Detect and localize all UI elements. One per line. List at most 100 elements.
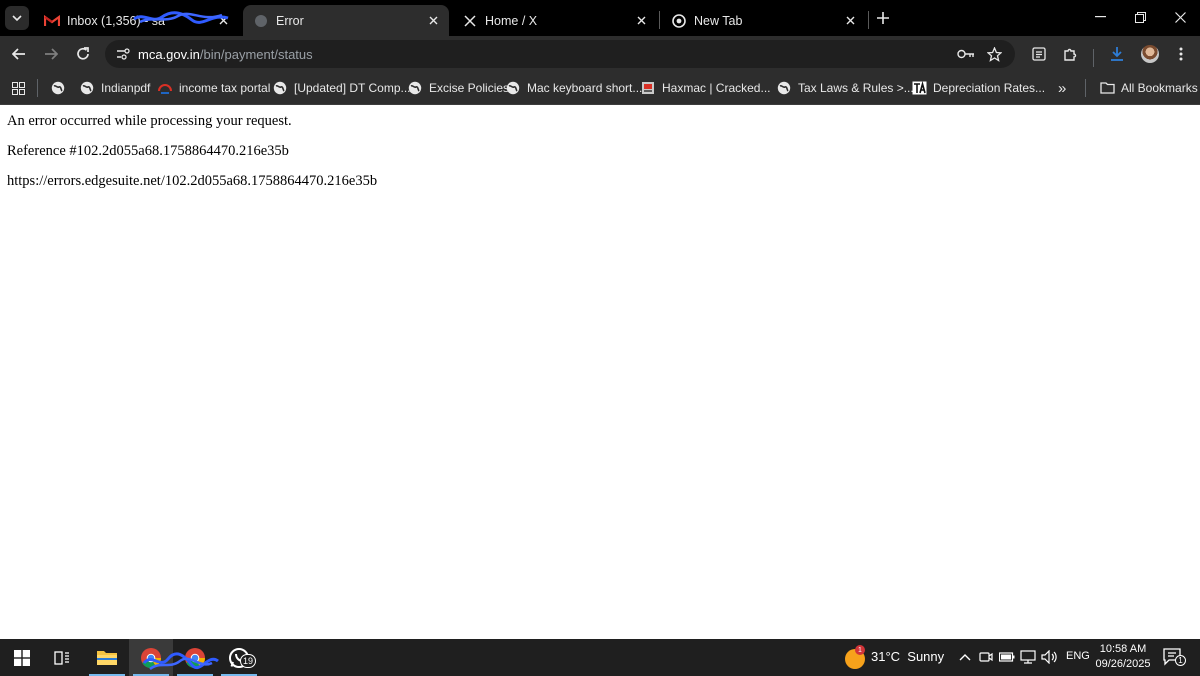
all-bookmarks-button[interactable]: All Bookmarks (1099, 79, 1198, 97)
bookmark-label: Mac keyboard short... (527, 81, 643, 95)
tab-error[interactable]: Error (243, 5, 449, 36)
battery-icon (999, 652, 1015, 662)
bookmark-label: Haxmac | Cracked... (662, 81, 771, 95)
error-reference: Reference #102.2d055a68.1758864470.216e3… (7, 143, 289, 159)
reading-list-button[interactable] (1026, 41, 1052, 67)
tray-battery[interactable] (998, 648, 1016, 666)
bookmarks-separator (1085, 79, 1086, 97)
bookmark-item-tax-laws[interactable]: Tax Laws & Rules >... (776, 79, 914, 97)
tray-network[interactable] (1019, 648, 1037, 666)
restore-icon (1134, 11, 1146, 23)
incometax-icon (157, 80, 173, 96)
tray-meet-now[interactable] (977, 648, 995, 666)
weather-alert-badge: 1 (855, 645, 865, 655)
network-icon (1020, 650, 1036, 664)
reload-icon (77, 47, 89, 60)
folder-icon (1099, 80, 1115, 96)
tray-overflow-button[interactable] (956, 648, 974, 666)
forward-button[interactable] (38, 41, 64, 67)
start-button[interactable] (0, 639, 44, 676)
bookmark-item-dt-comp[interactable]: [Updated] DT Comp... (272, 79, 411, 97)
redaction-scribble (133, 11, 229, 24)
globe-icon (253, 13, 269, 29)
haxmac-icon (640, 80, 656, 96)
url-text[interactable]: mca.gov.in/bin/payment/status (138, 47, 313, 62)
arrow-right-icon (45, 48, 58, 60)
close-icon[interactable] (840, 11, 860, 31)
new-tab-button[interactable] (872, 7, 894, 29)
task-view-button[interactable] (40, 639, 84, 676)
tab-new-tab[interactable]: New Tab (661, 5, 866, 36)
bookmark-item-depreciation[interactable]: Depreciation Rates... (911, 79, 1045, 97)
close-icon[interactable] (631, 11, 651, 31)
ta-icon (911, 80, 927, 96)
whatsapp-unread-badge: 19 (240, 654, 256, 668)
globe-icon (505, 80, 521, 96)
address-bar[interactable]: mca.gov.in/bin/payment/status (105, 40, 1015, 68)
weather-temp: 31°C (871, 649, 901, 664)
downloads-button[interactable] (1104, 41, 1130, 67)
reload-button[interactable] (70, 41, 96, 67)
arrow-left-icon (12, 48, 25, 60)
x-logo-icon (462, 13, 478, 29)
globe-icon (79, 80, 95, 96)
bookmark-item-mac-keyboard[interactable]: Mac keyboard short... (505, 79, 642, 97)
bookmarks-overflow-button[interactable]: » (1058, 79, 1066, 97)
bookmarks-bar: Indianpdf income tax portal [Updated] DT… (0, 71, 1200, 105)
bookmark-star-icon[interactable] (984, 44, 1004, 64)
minimize-icon (1094, 16, 1106, 18)
close-icon[interactable] (423, 11, 443, 31)
notification-center-button[interactable]: 1 (1162, 646, 1186, 668)
chevron-down-icon (12, 15, 22, 22)
bookmark-item-income-tax[interactable]: income tax portal (157, 79, 270, 97)
password-key-icon[interactable] (956, 44, 976, 64)
redaction-scribble (142, 652, 219, 671)
apps-grid-icon (10, 80, 26, 96)
bookmarks-separator (37, 79, 38, 97)
menu-button[interactable] (1168, 41, 1194, 67)
puzzle-icon (1063, 48, 1076, 61)
back-button[interactable] (6, 41, 32, 67)
file-explorer-button[interactable] (85, 639, 129, 676)
globe-icon (50, 80, 66, 96)
tab-separator (659, 11, 660, 29)
language-indicator[interactable]: ENG (1066, 650, 1090, 662)
clock-date: 09/26/2025 (1095, 658, 1151, 670)
more-vertical-icon (1179, 47, 1183, 61)
globe-icon (272, 80, 288, 96)
reading-mode-icon (1032, 47, 1046, 61)
site-info-icon[interactable] (113, 44, 133, 64)
tray-volume[interactable] (1040, 648, 1058, 666)
profile-avatar[interactable] (1141, 45, 1159, 63)
globe-icon (776, 80, 792, 96)
notification-count: 1 (1175, 655, 1186, 666)
folder-icon (97, 651, 117, 665)
chrome-icon (671, 13, 687, 29)
system-clock[interactable]: 10:58 AM 09/26/2025 (1094, 642, 1152, 672)
bookmark-label: Indianpdf (101, 81, 151, 95)
page-content: An error occurred while processing your … (0, 106, 1200, 639)
bookmark-label: Depreciation Rates... (933, 81, 1046, 95)
url-path: /bin/payment/status (199, 47, 313, 62)
chevron-up-icon (959, 654, 971, 661)
bookmark-item-globe[interactable] (50, 79, 72, 97)
bookmark-item-excise[interactable]: Excise Policies (407, 79, 509, 97)
camera-icon (979, 652, 993, 662)
error-message: An error occurred while processing your … (7, 113, 292, 129)
extensions-button[interactable] (1057, 41, 1083, 67)
tab-search-button[interactable] (5, 6, 29, 30)
bookmark-item-haxmac[interactable]: Haxmac | Cracked... (640, 79, 770, 97)
tab-title: New Tab (694, 13, 743, 28)
tab-strip: Inbox (1,356) - sa Error Home / X New Ta… (0, 0, 1200, 36)
apps-button[interactable] (10, 79, 32, 97)
browser-toolbar: mca.gov.in/bin/payment/status (0, 36, 1200, 71)
restore-button[interactable] (1120, 0, 1160, 34)
minimize-button[interactable] (1080, 0, 1120, 34)
window-close-button[interactable] (1160, 0, 1200, 34)
bookmark-label: income tax portal (179, 81, 271, 95)
tab-x[interactable]: Home / X (452, 5, 657, 36)
task-view-icon (54, 650, 69, 665)
bookmark-item-indianpdf[interactable]: Indianpdf (79, 79, 150, 97)
url-host: mca.gov.in (138, 47, 200, 62)
weather-widget[interactable]: 31°C Sunny (871, 649, 944, 664)
